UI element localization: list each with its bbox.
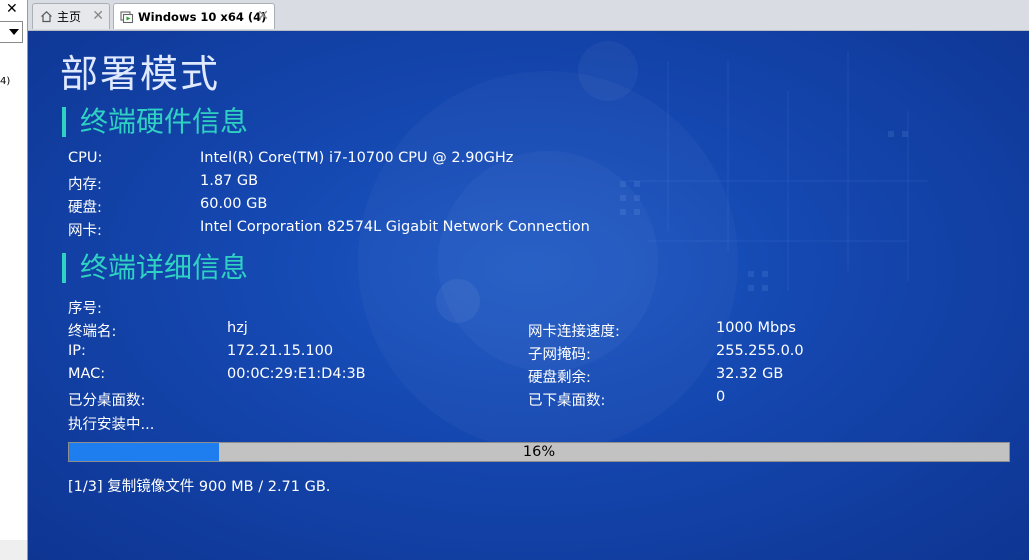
disk-label: 硬盘:	[68, 200, 102, 216]
memory-label: 内存:	[68, 177, 102, 193]
hostname-label: 终端名:	[68, 324, 117, 340]
serial-label: 序号:	[68, 301, 102, 317]
nic-value: Intel Corporation 82574L Gigabit Network…	[200, 219, 590, 235]
assigned-desktops-label: 已分桌面数:	[68, 393, 146, 409]
tab-vm[interactable]: Windows 10 x64 (4) ✕	[113, 3, 275, 29]
install-progress-bar: 16%	[68, 442, 1010, 462]
link-speed-value: 1000 Mbps	[716, 320, 796, 336]
deploy-screen: 部署模式 终端硬件信息 CPU: Intel(R) Core(TM) i7-10…	[28, 31, 1029, 560]
page-title: 部署模式	[60, 52, 221, 96]
tab-home[interactable]: 主页 ✕	[32, 3, 110, 29]
cpu-value: Intel(R) Core(TM) i7-10700 CPU @ 2.90GHz	[200, 150, 514, 166]
disk-free-value: 32.32 GB	[716, 366, 784, 382]
left-dropdown[interactable]	[0, 21, 23, 43]
left-panel: ✕ 4)	[0, 0, 28, 560]
hardware-heading: 终端硬件信息	[62, 107, 248, 137]
vm-running-icon	[120, 10, 134, 24]
copy-status: [1/3] 复制镜像文件 900 MB / 2.71 GB.	[68, 479, 331, 495]
subnet-mask-value: 255.255.0.0	[716, 343, 804, 359]
ip-label: IP:	[68, 343, 86, 359]
cpu-label: CPU:	[68, 150, 103, 166]
mac-label: MAC:	[68, 366, 106, 382]
tab-bar: 主页 ✕ Windows 10 x64 (4) ✕	[28, 0, 1029, 31]
close-icon[interactable]: ✕	[6, 0, 18, 18]
home-icon	[39, 10, 53, 24]
mac-value: 00:0C:29:E1:D4:3B	[227, 366, 366, 382]
hostname-value: hzj	[227, 320, 248, 336]
nic-label: 网卡:	[68, 223, 102, 239]
memory-value: 1.87 GB	[200, 173, 259, 189]
progress-percent: 16%	[522, 444, 556, 460]
tab-vm-label: Windows 10 x64 (4)	[138, 9, 267, 24]
downloaded-desktops-value: 0	[716, 389, 726, 405]
chevron-down-icon	[9, 29, 19, 35]
left-list-fragment[interactable]: 4)	[0, 76, 10, 87]
tab-home-label: 主页	[57, 10, 82, 24]
downloaded-desktops-label: 已下桌面数:	[528, 393, 606, 409]
ip-value: 172.21.15.100	[227, 343, 334, 359]
link-speed-label: 网卡连接速度:	[528, 324, 620, 340]
disk-value: 60.00 GB	[200, 196, 268, 212]
subnet-mask-label: 子网掩码:	[528, 347, 591, 363]
left-panel-footer	[0, 540, 27, 560]
close-icon[interactable]: ✕	[92, 8, 104, 24]
disk-free-label: 硬盘剩余:	[528, 370, 591, 386]
details-heading: 终端详细信息	[62, 253, 248, 283]
close-icon[interactable]: ✕	[257, 8, 269, 24]
install-status: 执行安装中...	[68, 417, 155, 433]
